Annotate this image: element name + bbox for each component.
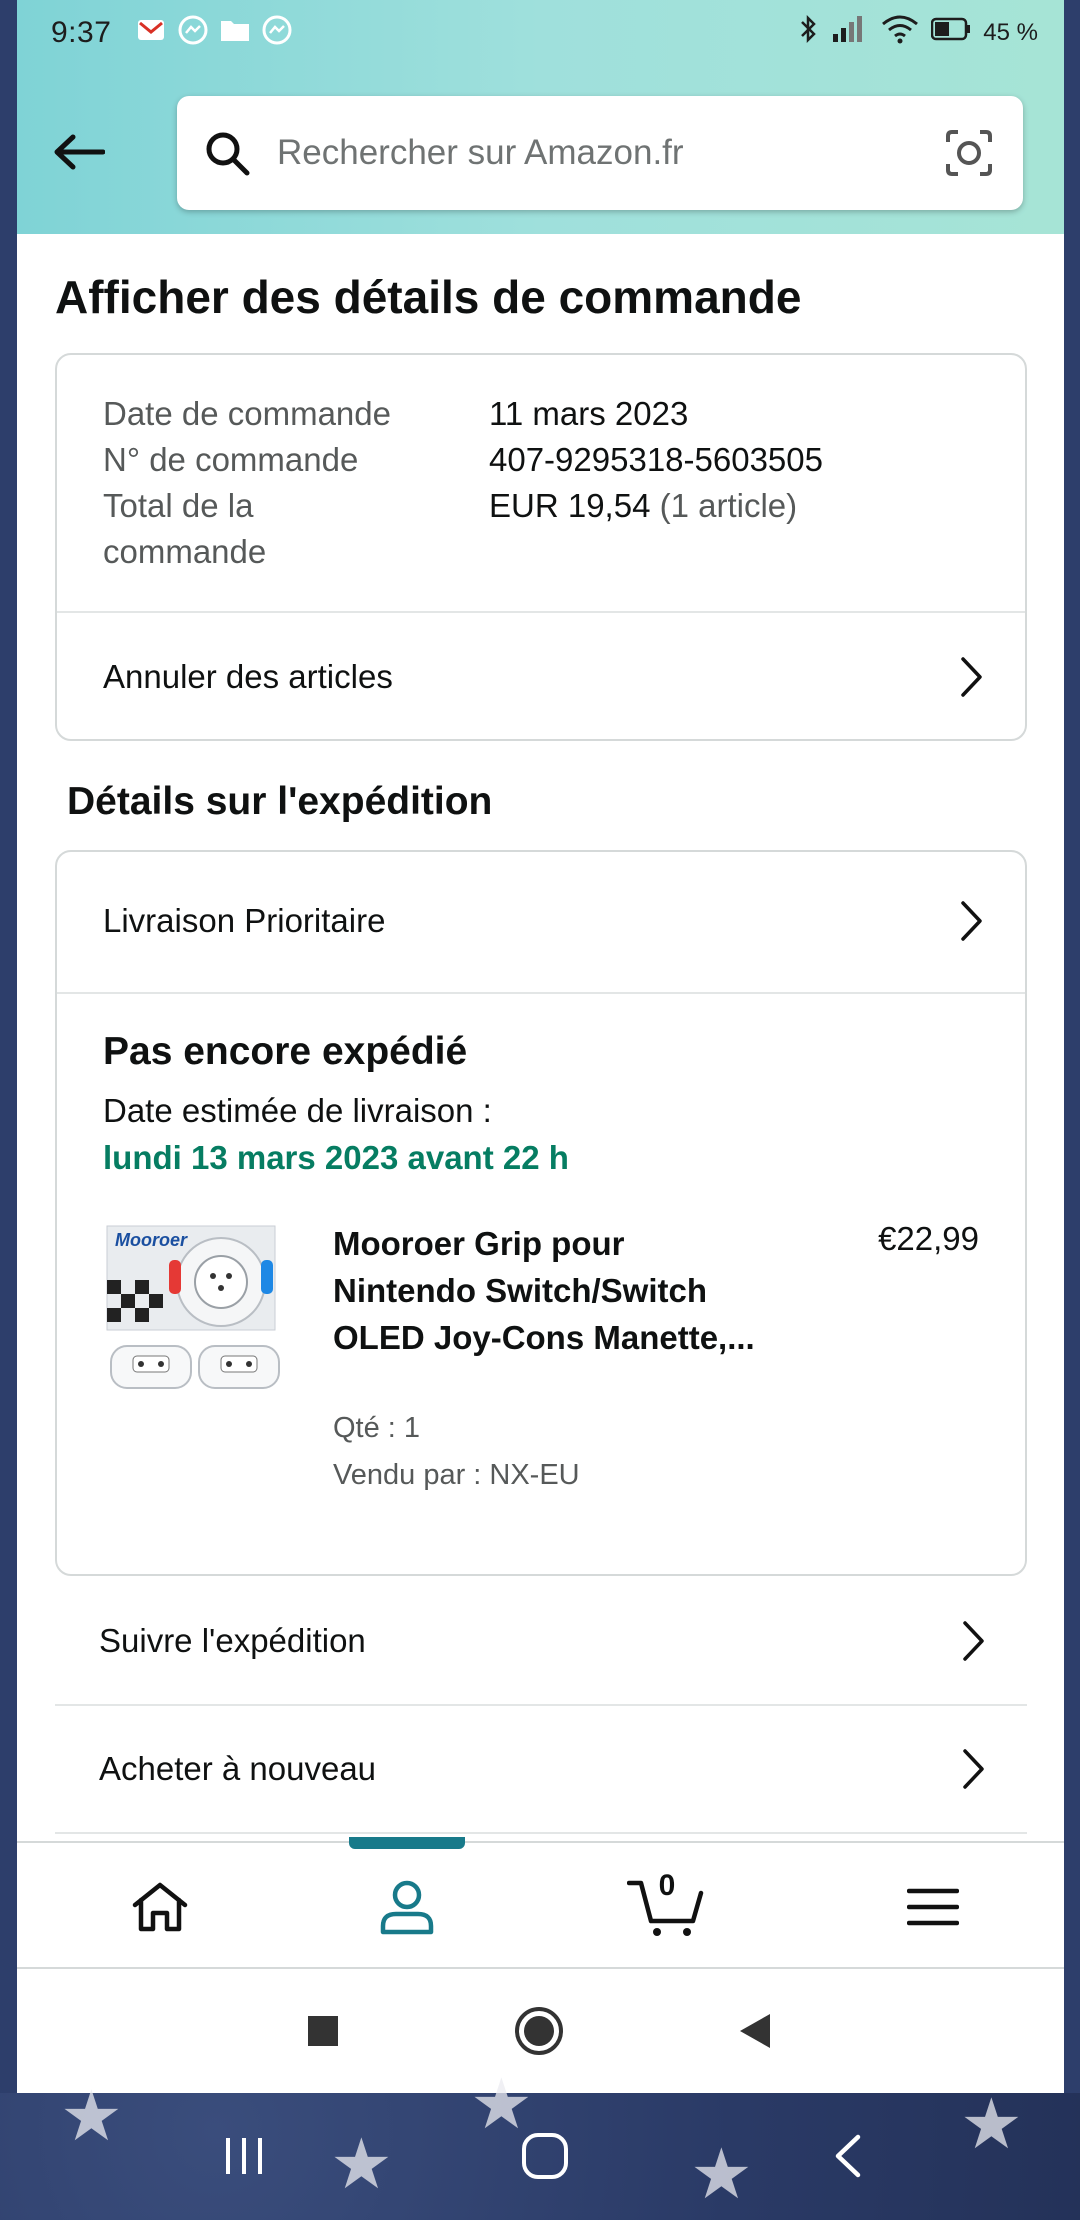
- status-notifications: [135, 14, 293, 46]
- product-price: €22,99: [878, 1220, 979, 1257]
- order-number-value: 407-9295318-5603505: [489, 441, 823, 478]
- stop-button[interactable]: [291, 1999, 355, 2063]
- chevron-left-icon: [835, 2134, 861, 2178]
- divider: [57, 992, 1025, 994]
- chevron-right-icon: [957, 655, 987, 699]
- chevron-right-icon: [959, 1747, 989, 1791]
- gmail-icon: [135, 14, 167, 46]
- status-system-icons: 45 %: [799, 14, 1038, 51]
- square-icon: [308, 2016, 338, 2046]
- search-input[interactable]: Rechercher sur Amazon.fr: [277, 133, 941, 173]
- order-summary-card: Date de commande 11 mars 2023 N° de comm…: [55, 353, 1027, 741]
- nav-account-button[interactable]: [347, 1843, 467, 1971]
- camera-scan-icon[interactable]: [941, 125, 997, 181]
- recent-apps-button[interactable]: [209, 2121, 279, 2191]
- system-navigation-bar: ★ ★ ★ ★ ★: [0, 2065, 1080, 2220]
- star-decoration: ★: [60, 2077, 123, 2155]
- order-number-label: N° de commande: [103, 441, 359, 478]
- back-triangle-button[interactable]: [723, 1999, 787, 2063]
- wifi-icon: [881, 14, 919, 51]
- chevron-right-icon: [957, 899, 987, 943]
- order-total-value: EUR 19,54 (1 article): [489, 483, 983, 575]
- messenger-icon: [261, 14, 293, 46]
- product-title-link[interactable]: Mooroer Grip pour Nintendo Switch/Switch…: [333, 1220, 763, 1361]
- star-decoration: ★: [330, 2125, 393, 2203]
- chevron-right-icon: [959, 1619, 989, 1663]
- order-total-amount: EUR 19,54: [489, 487, 651, 524]
- home-outline-icon: [522, 2133, 568, 2179]
- order-info: Date de commande 11 mars 2023 N° de comm…: [103, 391, 983, 575]
- back-button[interactable]: [47, 120, 111, 184]
- page-title: Afficher des détails de commande: [55, 271, 802, 323]
- signal-icon: [829, 14, 869, 51]
- delivery-estimate-date: lundi 13 mars 2023 avant 22 h: [103, 1139, 569, 1176]
- delivery-estimate-label: Date estimée de livraison :: [103, 1092, 492, 1129]
- product-seller: Vendu par : NX-EU: [333, 1459, 580, 1491]
- menu-icon: [907, 1888, 959, 1926]
- recent-apps-icon: [226, 2138, 262, 2174]
- order-total-row: Total de la commande EUR 19,54 (1 articl…: [103, 483, 983, 575]
- order-item-count: (1 article): [659, 487, 798, 524]
- order-total-label: Total de la commande: [103, 487, 267, 570]
- shipment-card: Livraison Prioritaire Pas encore expédié…: [55, 850, 1027, 1576]
- product-brand-logo: Mooroer: [115, 1230, 188, 1250]
- battery-percent: 45 %: [983, 18, 1038, 46]
- order-date-value: 11 mars 2023: [489, 395, 689, 432]
- app-navigation-bar: [17, 1969, 1064, 2093]
- track-shipment-label: Suivre l'expédition: [99, 1622, 366, 1659]
- account-icon: [380, 1880, 434, 1935]
- buy-again-label: Acheter à nouveau: [99, 1750, 377, 1787]
- folder-icon: [219, 14, 251, 46]
- home-circle-button[interactable]: [507, 1999, 571, 2063]
- nav-home-button[interactable]: [100, 1843, 220, 1971]
- app-screen: 9:37 45 % Rechercher sur Amazon.fr Affic…: [17, 0, 1064, 2093]
- app-header: 9:37 45 % Rechercher sur Amazon.fr: [17, 0, 1064, 234]
- order-date-label: Date de commande: [103, 395, 391, 432]
- track-shipment-button[interactable]: Suivre l'expédition: [55, 1578, 1027, 1706]
- star-decoration: ★: [690, 2135, 753, 2213]
- product-image[interactable]: Mooroer: [103, 1220, 287, 1404]
- shipment-section-title: Détails sur l'expédition: [67, 780, 493, 823]
- shipment-status: Pas encore expédié: [103, 1030, 468, 1073]
- bluetooth-icon: [799, 14, 817, 51]
- nav-cart-button[interactable]: 0: [607, 1843, 727, 1971]
- arrow-left-icon: [54, 134, 105, 170]
- cart-count: 0: [658, 1869, 676, 1902]
- messenger-icon: [177, 14, 209, 46]
- delivery-option-label: Livraison Prioritaire: [103, 902, 386, 939]
- home-icon: [132, 1882, 188, 1932]
- product-quantity: Qté : 1: [333, 1412, 421, 1444]
- buy-again-button[interactable]: Acheter à nouveau: [55, 1706, 1027, 1834]
- cancel-items-button[interactable]: Annuler des articles: [57, 613, 1025, 739]
- order-number-row: N° de commande 407-9295318-5603505: [103, 437, 983, 483]
- order-date-row: Date de commande 11 mars 2023: [103, 391, 983, 437]
- system-back-button[interactable]: [812, 2121, 882, 2191]
- star-decoration: ★: [960, 2085, 1023, 2163]
- system-home-button[interactable]: [510, 2121, 580, 2191]
- bottom-navigation: 0: [17, 1837, 1064, 1971]
- battery-icon: [931, 16, 971, 49]
- status-time: 9:37: [51, 16, 112, 49]
- triangle-left-icon: [740, 2014, 770, 2048]
- delivery-option-button[interactable]: Livraison Prioritaire: [57, 852, 1025, 990]
- search-icon: [201, 127, 253, 179]
- search-bar[interactable]: Rechercher sur Amazon.fr: [177, 96, 1023, 210]
- circle-icon: [515, 2007, 563, 2055]
- cancel-items-label: Annuler des articles: [103, 658, 393, 695]
- status-bar: 9:37 45 %: [17, 0, 1064, 66]
- nav-menu-button[interactable]: [873, 1843, 993, 1971]
